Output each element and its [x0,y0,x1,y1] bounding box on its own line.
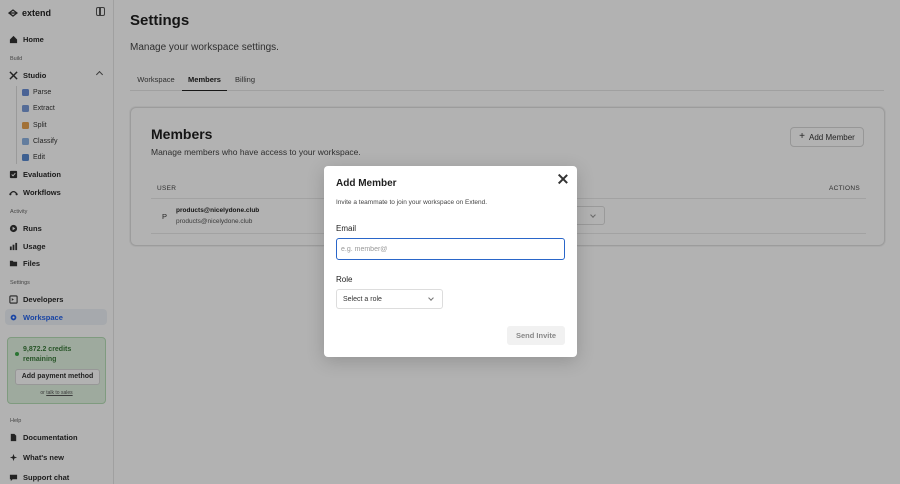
role-select[interactable]: Select a role [336,289,443,309]
email-label: Email [336,224,357,233]
chevron-down-icon [428,295,434,301]
send-invite-button[interactable]: Send Invite [507,326,565,345]
dialog-title: Add Member [336,178,397,189]
email-field[interactable] [336,238,565,260]
dialog-description: Invite a teammate to join your workspace… [336,199,488,206]
role-label: Role [336,275,353,284]
add-member-dialog: Add Member Invite a teammate to join you… [324,166,577,357]
close-icon[interactable] [558,174,568,184]
role-select-value: Select a role [343,296,382,303]
